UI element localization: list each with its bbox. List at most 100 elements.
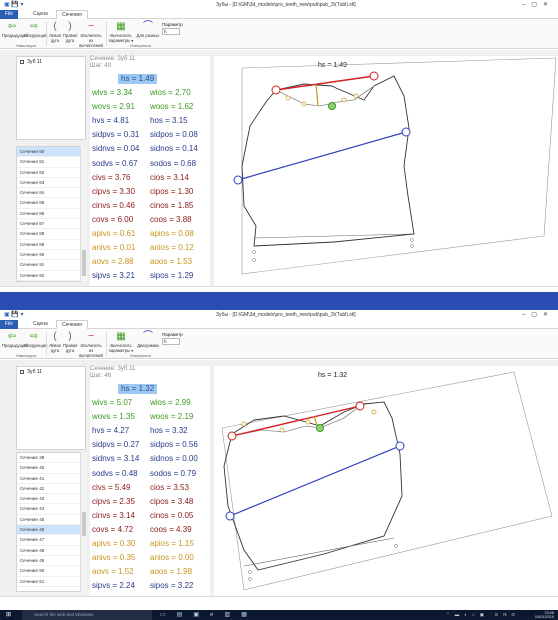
arrow-right-icon: ⇨ [29,21,39,32]
section-list-item[interactable]: Сечение 47 [17,535,85,546]
section-list-item[interactable]: Сечение 42 [17,484,85,495]
metric-left: sidnvs = 3.14 [92,454,140,464]
section-list-item[interactable]: Сечение 83 [17,178,85,189]
param-dropdown[interactable]: h [162,338,180,345]
param-selector[interactable]: Параметр h [162,22,183,35]
tab-file[interactable]: File [0,10,19,19]
section-list-item[interactable]: Сечение 82 [17,168,85,178]
tab-scene[interactable]: Сцена [28,320,53,329]
next-button[interactable]: ⇨ Следующий [24,21,48,38]
section-list-item[interactable]: Сечение 88 [17,229,85,240]
checkbox[interactable] [20,369,24,374]
group-label-nav: Навигация [16,43,36,48]
metric-left: covs = 6.00 [92,214,134,224]
group-label-meas: Измерения [130,353,151,358]
metric-right: sidpos = 0.56 [150,440,198,450]
section-list-item[interactable]: Сечение 40 [17,463,85,474]
window-controls[interactable]: –▢✕ [522,1,554,8]
red-marker-left [271,85,281,95]
tree-item[interactable]: Зуб 11 [17,57,85,67]
metric-right: aoos = 1.98 [150,567,193,577]
workspace: Зуб 11 Сечение 80 Сечение 81 Сечение 82 Сеч… [0,50,558,286]
calc-params-button[interactable]: ▦ Вычислить параметры ▾ [108,331,134,353]
scrollbar-thumb[interactable] [82,250,86,276]
param-dropdown[interactable]: h [162,28,180,35]
section-canvas[interactable]: hs = 1.32 [214,366,558,596]
base-line [253,233,413,239]
metric-right: coos = 4.39 [150,524,192,534]
window-controls[interactable]: –▢✕ [522,311,554,318]
section-canvas[interactable]: hs = 1.49 [214,56,558,286]
section-list-item[interactable]: Сечение 84 [17,188,85,199]
section-list-item[interactable]: Сечение 91 [17,260,85,271]
metric-right: wios = 2.99 [150,398,191,407]
taskbar-search[interactable]: Search the web and Windows [22,610,152,620]
clock[interactable]: 23:08 04/01/2019 [535,611,554,619]
section-list-item[interactable]: Сечение 50 [17,566,85,577]
section-list-item[interactable]: Сечение 45 [17,515,85,526]
section-list-item[interactable]: Сечение 48 [17,546,85,556]
prev-button[interactable]: ⇦ Предыдущий [2,331,28,348]
section-list-item[interactable]: Сечение 81 [17,157,85,168]
right-arc-button[interactable]: ) Правая дуга [63,21,77,43]
next-button[interactable]: ⇨ Следующий [24,331,48,348]
status-bar [0,596,558,610]
section-list-item[interactable]: Сечение 85 [17,198,85,209]
blue-marker-right [395,441,405,451]
diagram-button[interactable]: ⌒ Для разных [136,21,160,38]
section-list-item[interactable]: Сечение 86 [17,209,85,220]
tree-item[interactable]: Зуб 11 [17,367,85,377]
tab-file[interactable]: File [0,320,19,329]
hs-highlight: hs = 1.49 [118,74,158,84]
section-list-item[interactable]: Сечение 46 [17,525,85,536]
param-selector[interactable]: Параметр h [162,332,183,345]
section-list-item[interactable]: Сечение 43 [17,494,85,505]
section-list-item[interactable]: Сечение 89 [17,240,85,250]
section-list-item[interactable]: Сечение 92 [17,271,85,281]
list-scrollbar[interactable] [80,146,86,282]
section-header: Сечение: Зуб 11 Шаг: 40 [90,56,136,69]
section-list-item[interactable]: Сечение 87 [17,219,85,230]
windows-start-icon[interactable]: ⊞ [6,612,12,618]
quick-access-icons[interactable]: ▣ 💾 ▾ [4,1,24,8]
section-list-item[interactable]: Сечение 49 [17,556,85,567]
section-list-item[interactable]: Сечение 51 [17,577,85,587]
section-list-item[interactable]: Сечение 39 [17,453,85,464]
right-arc-button[interactable]: ) Правая дуга [63,331,77,353]
prev-button[interactable]: ⇦ Предыдущий [2,21,28,38]
tray-icons[interactable]: ⌃▬◐⌂▣ ENG [446,612,520,618]
section-list-item[interactable]: Сечение 44 [17,504,85,515]
bell-curve-icon: ⌒ [143,331,153,342]
section-list-item[interactable]: Сечение 41 [17,474,85,484]
metric-left: cinvs = 3.14 [92,510,135,520]
section-list-item[interactable]: Сечение 80 [17,147,85,158]
metric-left: apivs = 0.61 [92,229,136,238]
red-marker-right [355,401,365,411]
metric-right: sodos = 0.68 [150,158,197,168]
tab-sections[interactable]: Сечения [56,10,88,19]
diagram-button[interactable]: ⌒ Диаграмма [136,331,160,348]
left-arc-button[interactable]: (Левая дуга [48,21,62,43]
checkbox[interactable] [20,59,24,64]
metric-left: anivs = 0.35 [92,553,136,563]
metric-left: wovs = 1.35 [92,412,135,422]
metric-left: cipvs = 2.35 [92,496,135,506]
exclude-button[interactable]: − Исключить из вычислений [78,331,104,358]
section-list-item[interactable]: Сечение 90 [17,250,85,261]
list-scrollbar[interactable] [80,452,86,592]
scrollbar-thumb[interactable] [82,512,86,536]
red-marker-left [227,431,237,441]
metric-right: sipos = 3.22 [150,581,194,591]
metric-right: anios = 0.12 [150,243,194,253]
tab-sections[interactable]: Сечения [56,320,88,329]
taskbar-app-icons[interactable]: ▭▤▣ℯ▥▦ [160,611,258,618]
left-arc-button[interactable]: (Левая дуга [48,331,62,353]
quick-access-icons[interactable]: ▣ 💾 ▾ [4,311,24,318]
minus-icon: − [88,331,94,342]
calc-params-button[interactable]: ▦ Вычислить параметры ▾ [108,21,134,43]
tooth-section-drawing [221,371,553,591]
green-marker [316,424,324,432]
tab-scene[interactable]: Сцена [28,10,53,19]
metric-left: sidpvs = 0.31 [92,130,140,140]
exclude-button[interactable]: − Исключить из вычислений [78,21,104,48]
